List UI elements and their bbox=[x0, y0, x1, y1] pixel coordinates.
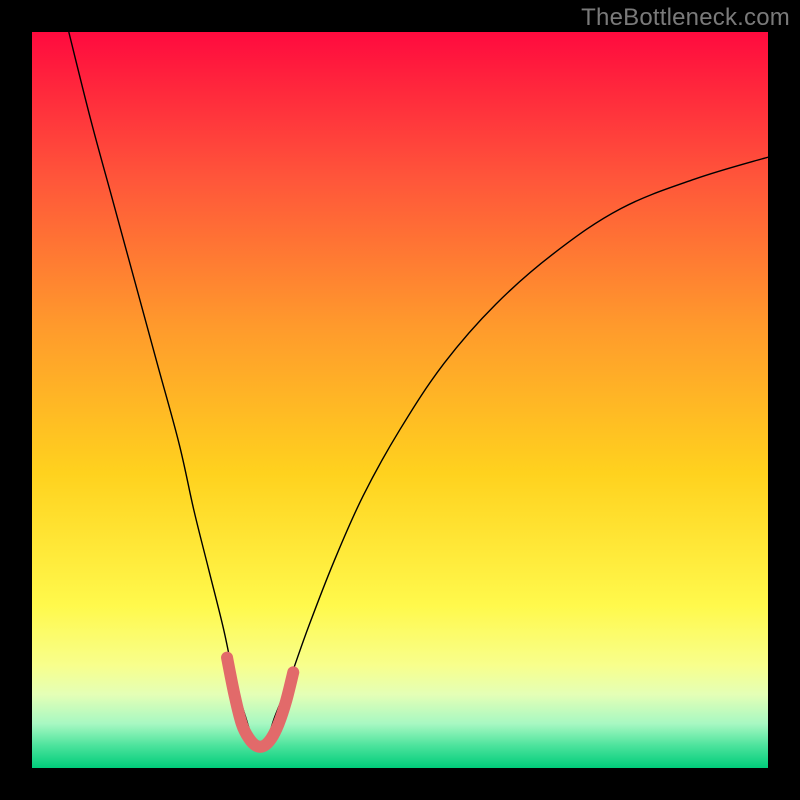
bottleneck-chart bbox=[32, 32, 768, 768]
plot-background bbox=[32, 32, 768, 768]
watermark-label: TheBottleneck.com bbox=[581, 4, 790, 32]
chart-frame: TheBottleneck.com bbox=[0, 0, 800, 800]
